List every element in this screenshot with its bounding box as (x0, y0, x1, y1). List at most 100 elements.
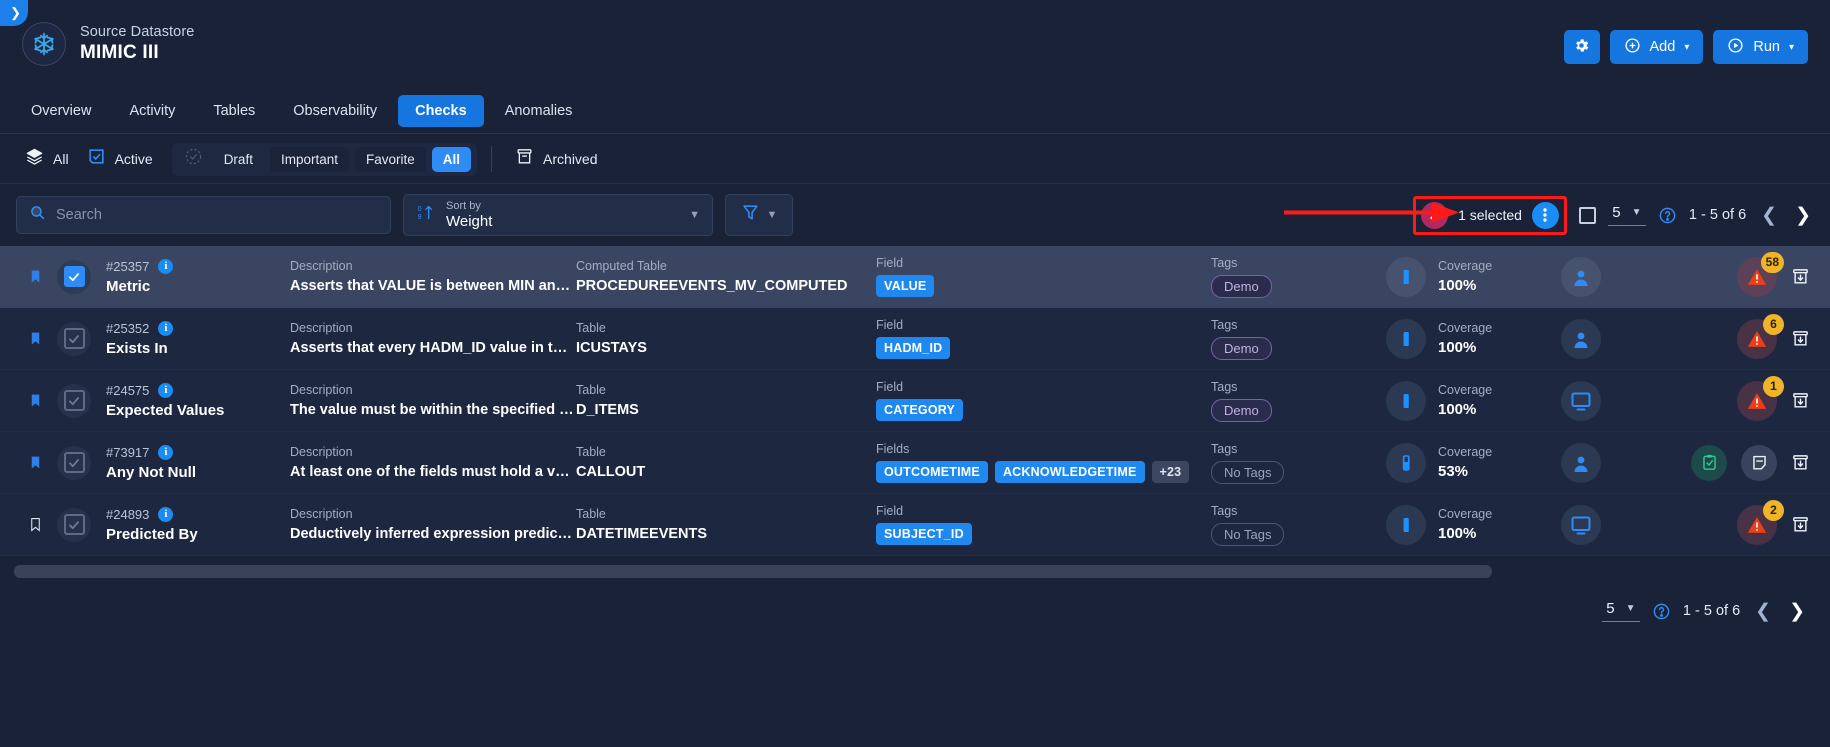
coverage-value: 100% (1438, 339, 1477, 356)
row-checkbox[interactable] (57, 259, 91, 294)
page-range-label: 1 - 5 of 6 (1688, 207, 1747, 223)
table-row[interactable]: #73917 i Any Not Null Description At lea… (0, 432, 1830, 494)
more-fields-chip[interactable]: +23 (1151, 461, 1190, 483)
alert-indicator[interactable]: 58 (1737, 251, 1784, 297)
search-box[interactable] (16, 196, 391, 234)
segment-draft[interactable]: Draft (213, 147, 264, 172)
footer-page-size-select[interactable]: 5 ▼ (1601, 600, 1640, 622)
row-checkbox[interactable] (57, 383, 91, 418)
info-icon[interactable]: i (158, 382, 174, 398)
bookmark-toggle[interactable] (18, 331, 52, 346)
row-actions: 2 (1737, 499, 1816, 545)
field-chips: OUTCOMETIME ACKNOWLEDGETIME +23 (876, 461, 1211, 483)
field-chip[interactable]: ACKNOWLEDGETIME (994, 461, 1145, 483)
archive-box-icon[interactable] (1791, 329, 1810, 348)
field-chip[interactable]: SUBJECT_ID (876, 523, 972, 545)
coverage-label: Coverage (1438, 507, 1493, 521)
tag-pill[interactable]: Demo (1211, 274, 1272, 298)
archive-box-icon[interactable] (1791, 267, 1810, 286)
tab-activity[interactable]: Activity (112, 95, 192, 127)
table-cell: Table DATETIMEEVENTS (576, 507, 876, 542)
alert-indicator[interactable]: 6 (1737, 313, 1784, 359)
tag-pill[interactable]: No Tags (1211, 522, 1285, 546)
note-minus-icon[interactable] (1741, 444, 1777, 481)
next-page-button[interactable]: ❯ (1792, 204, 1814, 227)
bookmark-toggle[interactable] (18, 393, 52, 408)
alert-count-badge: 6 (1763, 313, 1784, 335)
filter-button[interactable]: ▼ (725, 194, 793, 236)
filter-archived[interactable]: Archived (506, 142, 606, 176)
bookmark-toggle[interactable] (18, 517, 52, 532)
user-icon[interactable] (1561, 442, 1601, 483)
alert-indicator[interactable]: 2 (1737, 499, 1784, 545)
monitor-icon[interactable] (1561, 380, 1601, 421)
play-circle-icon (1727, 37, 1744, 58)
check-name: Expected Values (106, 401, 225, 419)
page-size-underline (1607, 225, 1646, 226)
plus-circle-icon (1624, 37, 1641, 58)
tab-observability[interactable]: Observability (276, 95, 394, 127)
page-size-select[interactable]: 5 ▼ (1607, 204, 1646, 226)
check-identity: #24893 i Predicted By (96, 506, 286, 543)
segment-important[interactable]: Important (269, 146, 349, 172)
settings-button[interactable] (1563, 30, 1600, 64)
table-row[interactable]: #25352 i Exists In Description Asserts t… (0, 308, 1830, 370)
footer-next-page-button[interactable]: ❯ (1786, 600, 1808, 623)
tab-overview[interactable]: Overview (14, 95, 108, 127)
filter-active[interactable]: Active (78, 142, 162, 176)
tag-pill[interactable]: Demo (1211, 336, 1272, 360)
tag-pill[interactable]: No Tags (1211, 460, 1285, 484)
row-checkbox[interactable] (57, 321, 91, 356)
actor-cell (1561, 256, 1666, 297)
filter-all[interactable]: All (16, 142, 78, 176)
archive-box-icon[interactable] (1791, 391, 1810, 410)
search-input[interactable] (56, 207, 378, 223)
coverage-label: Coverage (1438, 383, 1493, 397)
horizontal-scrollbar-track[interactable] (14, 565, 1816, 578)
help-circle-icon[interactable] (1652, 602, 1671, 621)
field-chip[interactable]: OUTCOMETIME (876, 461, 988, 483)
select-all-checkbox[interactable] (1578, 206, 1596, 224)
sort-by-select[interactable]: 0 9 Sort by Weight ▼ (403, 194, 713, 236)
tag-pill[interactable]: Demo (1211, 398, 1272, 422)
table-row[interactable]: #24893 i Predicted By Description Deduct… (0, 494, 1830, 556)
prev-page-button[interactable]: ❮ (1758, 204, 1780, 227)
monitor-icon[interactable] (1561, 504, 1601, 545)
clipboard-check-icon[interactable] (1691, 444, 1727, 481)
user-icon[interactable] (1561, 256, 1601, 297)
table-cell: Table D_ITEMS (576, 383, 876, 418)
tab-tables[interactable]: Tables (196, 95, 272, 127)
run-button[interactable]: Run ▾ (1713, 30, 1808, 64)
check-id: #25357 (106, 258, 150, 274)
field-chip[interactable]: VALUE (876, 275, 935, 297)
bookmark-toggle[interactable] (18, 455, 52, 470)
archive-box-icon[interactable] (1791, 453, 1810, 472)
user-icon[interactable] (1561, 318, 1601, 359)
info-icon[interactable]: i (158, 258, 174, 274)
help-circle-icon[interactable] (1658, 206, 1677, 225)
alert-indicator[interactable]: 1 (1737, 375, 1784, 421)
coverage-label: Coverage (1438, 445, 1493, 459)
footer-prev-page-button[interactable]: ❮ (1752, 600, 1774, 623)
row-checkbox[interactable] (57, 445, 91, 480)
info-icon[interactable]: i (158, 506, 174, 522)
tab-checks[interactable]: Checks (398, 95, 484, 127)
clear-selection-button[interactable]: ✕ (1421, 201, 1449, 229)
segment-favorite[interactable]: Favorite (354, 146, 426, 172)
bookmark-toggle[interactable] (18, 269, 52, 284)
segment-all[interactable]: All (431, 146, 472, 172)
table-value: D_ITEMS (576, 402, 639, 418)
add-button[interactable]: Add ▾ (1609, 30, 1704, 64)
table-row[interactable]: #24575 i Expected Values Description The… (0, 370, 1830, 432)
archive-box-icon[interactable] (1791, 515, 1810, 534)
selection-actions-menu-button[interactable] (1531, 201, 1559, 229)
info-icon[interactable]: i (158, 444, 174, 460)
tab-anomalies[interactable]: Anomalies (488, 95, 590, 127)
row-checkbox[interactable] (57, 507, 91, 542)
info-icon[interactable]: i (158, 320, 174, 336)
field-chip[interactable]: HADM_ID (876, 337, 951, 359)
table-row[interactable]: #25357 i Metric Description Asserts that… (0, 246, 1830, 308)
table-label: Computed Table (576, 259, 667, 273)
field-chip[interactable]: CATEGORY (876, 399, 964, 421)
horizontal-scrollbar-thumb[interactable] (14, 565, 1492, 578)
